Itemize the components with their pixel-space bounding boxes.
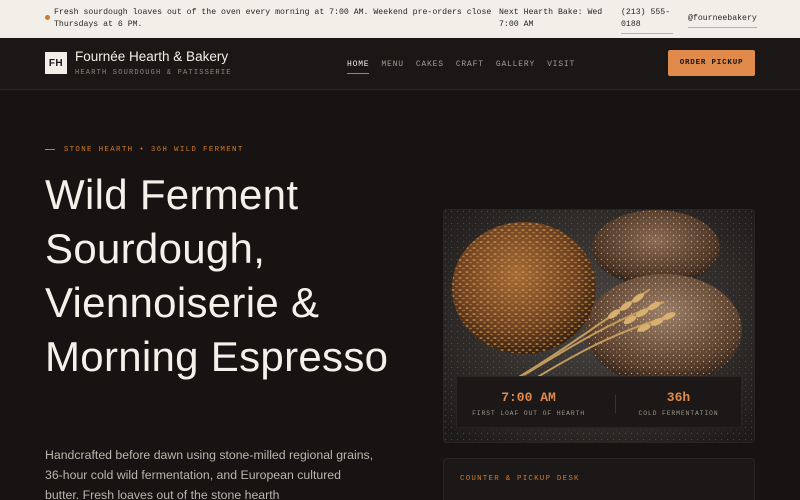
- brand-tagline: HEARTH SOURDOUGH & PATISSERIE: [75, 69, 232, 77]
- stat-first-loaf-value: 7:00 AM: [501, 390, 556, 405]
- nav-item-cakes[interactable]: CAKES: [416, 60, 444, 74]
- nav-item-menu[interactable]: MENU: [381, 60, 403, 74]
- counter-pickup-panel: COUNTER & PICKUP DESK: [443, 458, 755, 500]
- nav-item-home[interactable]: HOME: [347, 60, 370, 74]
- nav-item-visit[interactable]: VISIT: [547, 60, 575, 74]
- counter-pickup-title: COUNTER & PICKUP DESK: [460, 475, 580, 483]
- status-dot-icon: [45, 15, 50, 20]
- nav-item-craft[interactable]: CRAFT: [456, 60, 484, 74]
- brand-name[interactable]: Fournée Hearth & Bakery: [75, 49, 228, 64]
- nav-item-gallery[interactable]: GALLERY: [496, 60, 535, 74]
- stat-fermentation: 36h COLD FERMENTATION: [607, 377, 750, 429]
- announcement-bar: Fresh sourdough loaves out of the oven e…: [0, 0, 800, 38]
- bake-stats-panel: 7:00 AM FIRST LOAF OUT OF HEARTH 36h COL…: [456, 376, 742, 428]
- site-header: FH Fournée Hearth & Bakery HEARTH SOURDO…: [0, 38, 800, 90]
- stat-fermentation-label: COLD FERMENTATION: [638, 410, 719, 417]
- main-nav: HOME MENU CAKES CRAFT GALLERY VISIT: [347, 60, 575, 74]
- social-handle-link[interactable]: @fourneebakery: [688, 13, 757, 28]
- next-bake-text: Next Hearth Bake: Wed 7:00 AM: [499, 8, 603, 29]
- logo-mark[interactable]: FH: [45, 52, 67, 74]
- eyebrow-rule: [45, 148, 55, 150]
- hero-eyebrow: STONE HEARTH • 36H WILD FERMENT: [45, 146, 244, 154]
- stat-first-loaf-label: FIRST LOAF OUT OF HEARTH: [472, 410, 585, 417]
- hero-headline: Wild Ferment Sourdough, Viennoiserie & M…: [45, 171, 389, 380]
- stat-first-loaf: 7:00 AM FIRST LOAF OUT OF HEARTH: [457, 377, 600, 429]
- eyebrow-text: STONE HEARTH • 36H WILD FERMENT: [63, 146, 244, 154]
- stat-fermentation-value: 36h: [666, 390, 691, 405]
- phone-link[interactable]: (213) 555-0188: [621, 7, 673, 34]
- order-pickup-button[interactable]: ORDER PICKUP: [668, 50, 755, 76]
- hero-lede: Handcrafted before dawn using stone-mill…: [45, 448, 374, 500]
- announcement-text: Fresh sourdough loaves out of the oven e…: [54, 8, 492, 29]
